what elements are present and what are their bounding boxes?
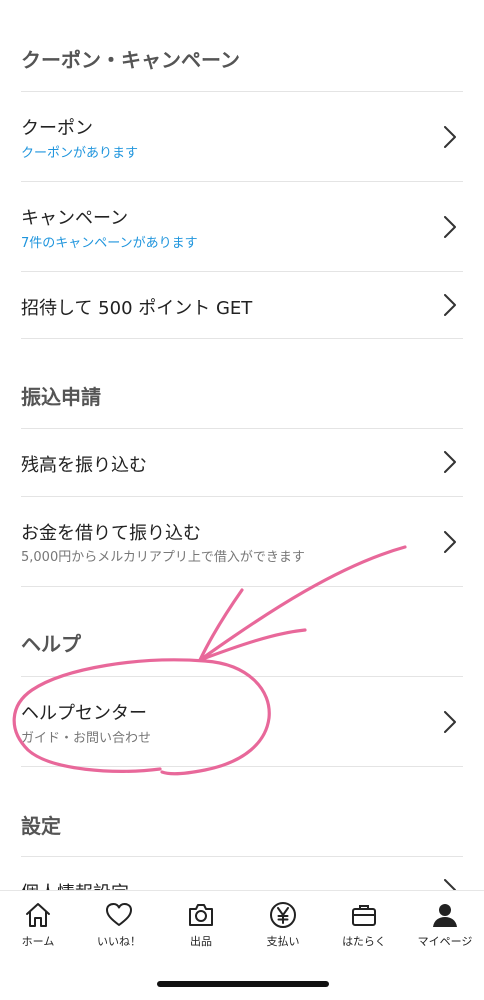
- settings-list: クーポン・キャンペーン クーポン クーポンがあります キャンペーン 7件のキャン…: [0, 0, 484, 890]
- chevron-right-icon: [444, 879, 456, 890]
- tab-likes[interactable]: いいね！: [79, 901, 159, 951]
- divider: [21, 586, 463, 587]
- menu-item-subtitle: クーポンがあります: [21, 146, 139, 161]
- menu-item-title: 招待して 500 ポイント GET: [21, 298, 253, 319]
- chevron-right-icon: [444, 126, 456, 148]
- menu-item-borrow-transfer[interactable]: お金を借りて振り込む 5,000円からメルカリアプリ上で借入ができます: [0, 497, 484, 586]
- tab-label: いいね！: [97, 935, 141, 948]
- yen-icon: [270, 902, 296, 928]
- menu-item-title: キャンペーン: [21, 208, 129, 229]
- menu-item-title: 個人情報設定: [21, 879, 129, 890]
- divider: [21, 766, 463, 767]
- divider: [21, 338, 463, 339]
- home-indicator: [157, 981, 329, 987]
- menu-item-title: お金を借りて振り込む: [21, 523, 201, 544]
- section-header-coupon-campaign: クーポン・キャンペーン: [21, 48, 240, 72]
- menu-item-title: クーポン: [21, 118, 93, 139]
- menu-item-subtitle: 5,000円からメルカリアプリ上で借入ができます: [21, 550, 305, 565]
- tab-label: 出品: [190, 935, 212, 948]
- chevron-right-icon: [444, 294, 456, 316]
- tab-home[interactable]: ホーム: [0, 901, 78, 951]
- home-icon: [26, 903, 50, 927]
- tab-sell[interactable]: 出品: [161, 901, 241, 951]
- chevron-right-icon: [444, 216, 456, 238]
- tab-label: ホーム: [21, 935, 55, 948]
- menu-item-invite[interactable]: 招待して 500 ポイント GET: [0, 272, 484, 338]
- menu-item-campaign[interactable]: キャンペーン 7件のキャンペーンがあります: [0, 182, 484, 271]
- tab-label: 支払い: [266, 935, 300, 948]
- menu-item-help-center[interactable]: ヘルプセンター ガイド・お問い合わせ: [0, 677, 484, 766]
- chevron-right-icon: [444, 451, 456, 473]
- menu-item-coupon[interactable]: クーポン クーポンがあります: [0, 92, 484, 181]
- tab-work[interactable]: はたらく: [324, 901, 404, 951]
- section-header-settings: 設定: [21, 814, 61, 838]
- heart-icon: [106, 903, 132, 926]
- menu-item-title: ヘルプセンター: [21, 703, 147, 724]
- chevron-right-icon: [444, 531, 456, 553]
- menu-item-title: 残高を振り込む: [21, 455, 147, 476]
- camera-icon: [189, 904, 213, 926]
- person-icon: [433, 904, 457, 927]
- annotation-arrow-head-right: [198, 628, 307, 662]
- annotation-arrow-head-left: [198, 588, 244, 662]
- tab-payment[interactable]: 支払い: [243, 901, 323, 951]
- menu-item-personal-info[interactable]: 個人情報設定: [0, 857, 484, 890]
- tab-mypage[interactable]: マイページ: [405, 901, 484, 951]
- tab-label: はたらく: [342, 935, 386, 948]
- tab-label: マイページ: [417, 935, 473, 948]
- section-header-help: ヘルプ: [21, 632, 81, 656]
- chevron-right-icon: [444, 711, 456, 733]
- menu-item-transfer-balance[interactable]: 残高を振り込む: [0, 429, 484, 496]
- section-header-transfer: 振込申請: [21, 385, 101, 409]
- menu-item-subtitle: 7件のキャンペーンがあります: [21, 236, 198, 251]
- menu-item-subtitle: ガイド・お問い合わせ: [21, 731, 152, 746]
- briefcase-icon: [352, 905, 376, 926]
